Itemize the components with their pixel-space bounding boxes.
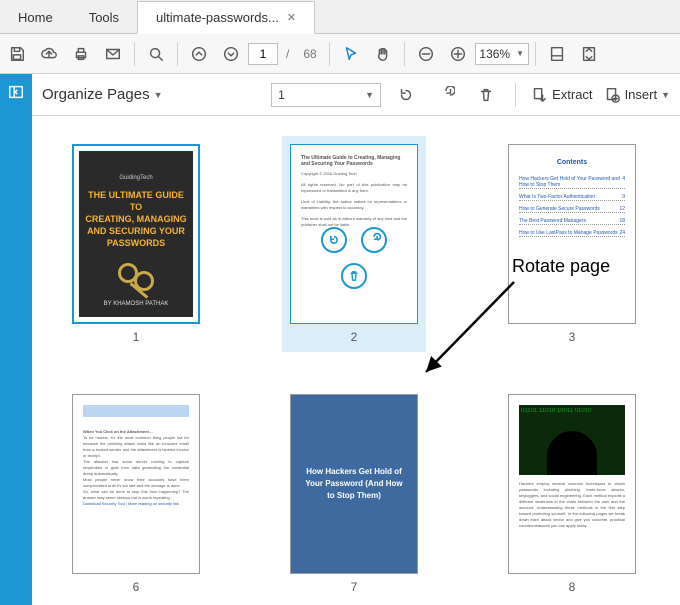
main-toolbar: / 68 136%▼ bbox=[0, 34, 680, 74]
zoom-out-icon[interactable] bbox=[411, 39, 441, 69]
zoom-in-icon[interactable] bbox=[443, 39, 473, 69]
rail-toggle-icon[interactable] bbox=[4, 80, 28, 104]
thumb-number: 6 bbox=[133, 580, 140, 594]
select-tool-icon[interactable] bbox=[336, 39, 366, 69]
thumbnail-grid: Rotate page GuidingTech THE ULTIMATE GUI… bbox=[32, 116, 680, 605]
thumb-rotate-ccw-icon[interactable] bbox=[321, 227, 347, 253]
organize-toolbar: Organize Pages▼ 1▼ Extract Insert▼ bbox=[32, 74, 680, 116]
tab-strip: Home Tools ultimate-passwords... ✕ bbox=[0, 0, 680, 34]
extract-button[interactable]: Extract bbox=[530, 86, 592, 104]
page-sep: / bbox=[280, 47, 295, 61]
fit-width-icon[interactable] bbox=[542, 39, 572, 69]
thumb-cell[interactable]: The Ultimate Guide to Creating, Managing… bbox=[282, 136, 426, 352]
organize-pages-menu[interactable]: Organize Pages▼ bbox=[42, 86, 163, 103]
page-down-icon[interactable] bbox=[216, 39, 246, 69]
zoom-select[interactable]: 136%▼ bbox=[475, 43, 529, 65]
thumb-page-2[interactable]: The Ultimate Guide to Creating, Managing… bbox=[290, 144, 418, 324]
fit-page-icon[interactable] bbox=[574, 39, 604, 69]
page-range-select[interactable]: 1▼ bbox=[271, 83, 381, 107]
thumb-cell[interactable]: Contents How Hackers Get Hold of Your Pa… bbox=[508, 144, 636, 344]
thumb-rotate-cw-icon[interactable] bbox=[361, 227, 387, 253]
mail-icon[interactable] bbox=[98, 39, 128, 69]
hand-tool-icon[interactable] bbox=[368, 39, 398, 69]
left-rail bbox=[0, 74, 32, 605]
tab-document-label: ultimate-passwords... bbox=[156, 10, 279, 25]
thumb-page-6[interactable]: When You Click on the Attachment… To be … bbox=[72, 394, 200, 574]
page-number-input[interactable] bbox=[248, 43, 278, 65]
page-total: 68 bbox=[297, 47, 322, 61]
thumb-page-3[interactable]: Contents How Hackers Get Hold of Your Pa… bbox=[508, 144, 636, 324]
thumb-page-8[interactable]: Hackers employ several common techniques… bbox=[508, 394, 636, 574]
close-tab-icon[interactable]: ✕ bbox=[287, 11, 296, 24]
print-icon[interactable] bbox=[66, 39, 96, 69]
save-icon[interactable] bbox=[2, 39, 32, 69]
page-up-icon[interactable] bbox=[184, 39, 214, 69]
tab-tools[interactable]: Tools bbox=[71, 2, 137, 33]
thumb-page-1[interactable]: GuidingTech THE ULTIMATE GUIDE TOCREATIN… bbox=[72, 144, 200, 324]
thumb-number: 1 bbox=[133, 330, 140, 344]
thumb-cell[interactable]: How Hackers Get Hold of Your Password (A… bbox=[290, 394, 418, 594]
thumb-number: 2 bbox=[351, 330, 358, 344]
thumb-page-7[interactable]: How Hackers Get Hold of Your Password (A… bbox=[290, 394, 418, 574]
rotate-cw-button[interactable] bbox=[431, 80, 461, 110]
thumb-cell[interactable]: GuidingTech THE ULTIMATE GUIDE TOCREATIN… bbox=[72, 144, 200, 344]
cloud-icon[interactable] bbox=[34, 39, 64, 69]
thumb-number: 7 bbox=[351, 580, 358, 594]
delete-page-button[interactable] bbox=[471, 80, 501, 110]
thumb-number: 3 bbox=[569, 330, 576, 344]
insert-button[interactable]: Insert▼ bbox=[603, 86, 670, 104]
rotate-ccw-button[interactable] bbox=[391, 80, 421, 110]
search-icon[interactable] bbox=[141, 39, 171, 69]
tab-document[interactable]: ultimate-passwords... ✕ bbox=[137, 1, 315, 34]
thumb-cell[interactable]: Hackers employ several common techniques… bbox=[508, 394, 636, 594]
tab-home[interactable]: Home bbox=[0, 2, 71, 33]
thumb-cell[interactable]: When You Click on the Attachment… To be … bbox=[72, 394, 200, 594]
thumb-delete-icon[interactable] bbox=[341, 263, 367, 289]
thumb-number: 8 bbox=[569, 580, 576, 594]
